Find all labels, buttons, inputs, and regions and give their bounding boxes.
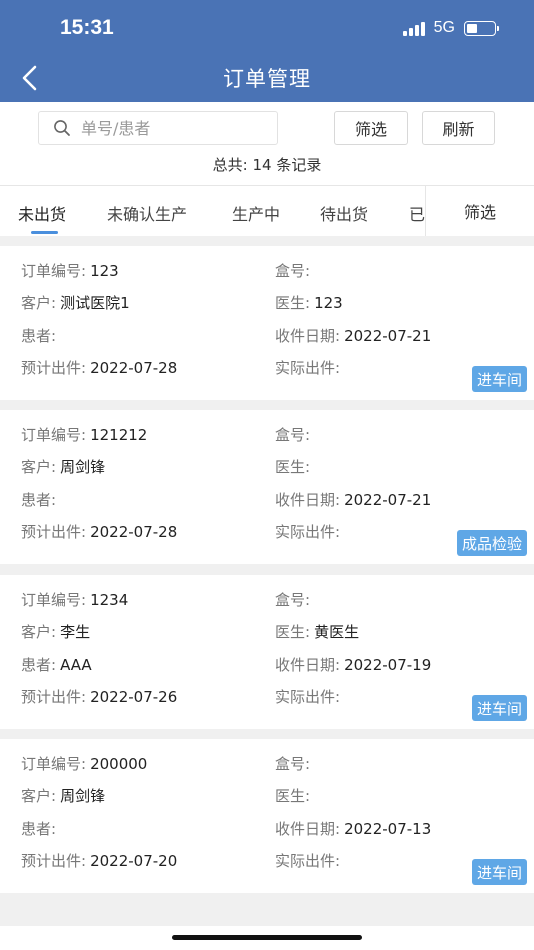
status-badge[interactable]: 进车间: [471, 695, 527, 721]
tab-unconfirmed-production[interactable]: 未确认生产: [107, 201, 187, 225]
status-icons: 5G: [402, 19, 499, 37]
search-icon: [54, 120, 70, 136]
actual-ship-field: 实际出件:: [275, 852, 341, 870]
search-box[interactable]: [38, 111, 278, 145]
customer-value: 李生: [60, 623, 91, 641]
expected-ship-value: 2022-07-28: [90, 523, 178, 541]
order-card[interactable]: 订单编号: 123 盒号: 客户: 测试医院1 医生: 123 患者: 收件日期: 20…: [0, 246, 534, 400]
customer-field: 客户: 李生: [21, 623, 91, 641]
filter-button[interactable]: 筛选: [334, 111, 408, 145]
network-type: 5G: [433, 19, 455, 36]
order-no-value: 1234: [90, 591, 129, 609]
patient-field: 患者:: [21, 820, 57, 838]
expected-ship-value: 2022-07-20: [90, 852, 178, 870]
received-date-value: 2022-07-13: [344, 820, 432, 838]
order-list: 订单编号: 123 盒号: 客户: 测试医院1 医生: 123 患者: 收件日期: 20…: [0, 236, 534, 926]
doctor-field: 医生: 黄医生: [275, 623, 360, 641]
order-card[interactable]: 订单编号: 200000 盒号: 客户: 周剑锋 医生: 患者: 收件日期: 2022…: [0, 739, 534, 893]
tab-filter-button[interactable]: 筛选: [425, 186, 534, 236]
actual-ship-field: 实际出件:: [275, 688, 341, 706]
box-no-field: 盒号:: [275, 262, 311, 280]
doctor-field: 医生:: [275, 787, 311, 805]
app-header: 15:31 5G 订单管理: [0, 0, 534, 102]
tab-in-production[interactable]: 生产中: [232, 201, 280, 225]
order-no-value: 123: [90, 262, 119, 280]
doctor-value: 黄医生: [314, 623, 360, 641]
customer-value: 周剑锋: [60, 458, 106, 476]
received-date-field: 收件日期: 2022-07-21: [275, 327, 432, 345]
page-title: 订单管理: [223, 67, 311, 91]
status-badge[interactable]: 进车间: [471, 859, 527, 885]
doctor-field: 医生: 123: [275, 294, 343, 312]
refresh-button[interactable]: 刷新: [422, 111, 495, 145]
received-date-field: 收件日期: 2022-07-13: [275, 820, 432, 838]
patient-field: 患者:: [21, 491, 57, 509]
actual-ship-field: 实际出件:: [275, 359, 341, 377]
tab-not-shipped[interactable]: 未出货: [18, 201, 66, 225]
order-card[interactable]: 订单编号: 121212 盒号: 客户: 周剑锋 医生: 患者: 收件日期: 2022…: [0, 410, 534, 564]
order-card[interactable]: 订单编号: 1234 盒号: 客户: 李生 医生: 黄医生 患者: AAA 收件日期: 2…: [0, 575, 534, 729]
status-badge[interactable]: 进车间: [471, 366, 527, 392]
doctor-value: 123: [314, 294, 343, 312]
tab-shipped[interactable]: 已: [409, 201, 425, 225]
order-no-value: 121212: [90, 426, 148, 444]
actual-ship-field: 实际出件:: [275, 523, 341, 541]
status-badge[interactable]: 成品检验: [456, 530, 527, 556]
patient-value: AAA: [60, 656, 92, 674]
status-time: 15:31: [60, 16, 114, 39]
home-indicator[interactable]: [172, 935, 362, 940]
received-date-field: 收件日期: 2022-07-21: [275, 491, 432, 509]
expected-ship-field: 预计出件: 2022-07-26: [21, 688, 178, 706]
status-tabs: 未出货 未确认生产 生产中 待出货 已 筛选: [0, 185, 534, 236]
customer-value: 周剑锋: [60, 787, 106, 805]
order-no-value: 200000: [90, 755, 148, 773]
customer-field: 客户: 周剑锋: [21, 787, 106, 805]
box-no-field: 盒号:: [275, 426, 311, 444]
received-date-value: 2022-07-19: [344, 656, 432, 674]
customer-field: 客户: 周剑锋: [21, 458, 106, 476]
order-no-field: 订单编号: 200000: [21, 755, 148, 773]
order-no-field: 订单编号: 1234: [21, 591, 129, 609]
expected-ship-field: 预计出件: 2022-07-20: [21, 852, 178, 870]
received-date-field: 收件日期: 2022-07-19: [275, 656, 432, 674]
expected-ship-value: 2022-07-28: [90, 359, 178, 377]
expected-ship-field: 预计出件: 2022-07-28: [21, 523, 178, 541]
signal-icon: [402, 20, 425, 36]
received-date-value: 2022-07-21: [344, 491, 432, 509]
expected-ship-field: 预计出件: 2022-07-28: [21, 359, 178, 377]
patient-field: 患者: AAA: [21, 656, 92, 674]
customer-value: 测试医院1: [60, 294, 130, 312]
customer-field: 客户: 测试医院1: [21, 294, 130, 312]
record-count: 总共: 14 条记录: [212, 156, 322, 174]
doctor-field: 医生:: [275, 458, 311, 476]
tab-pending-shipment[interactable]: 待出货: [320, 201, 368, 225]
box-no-field: 盒号:: [275, 591, 311, 609]
search-input[interactable]: [79, 117, 263, 139]
battery-icon: [464, 20, 499, 36]
order-no-field: 订单编号: 123: [21, 262, 119, 280]
box-no-field: 盒号:: [275, 755, 311, 773]
order-no-field: 订单编号: 121212: [21, 426, 148, 444]
expected-ship-value: 2022-07-26: [90, 688, 178, 706]
patient-field: 患者:: [21, 327, 57, 345]
active-tab-indicator: [31, 231, 58, 234]
received-date-value: 2022-07-21: [344, 327, 432, 345]
